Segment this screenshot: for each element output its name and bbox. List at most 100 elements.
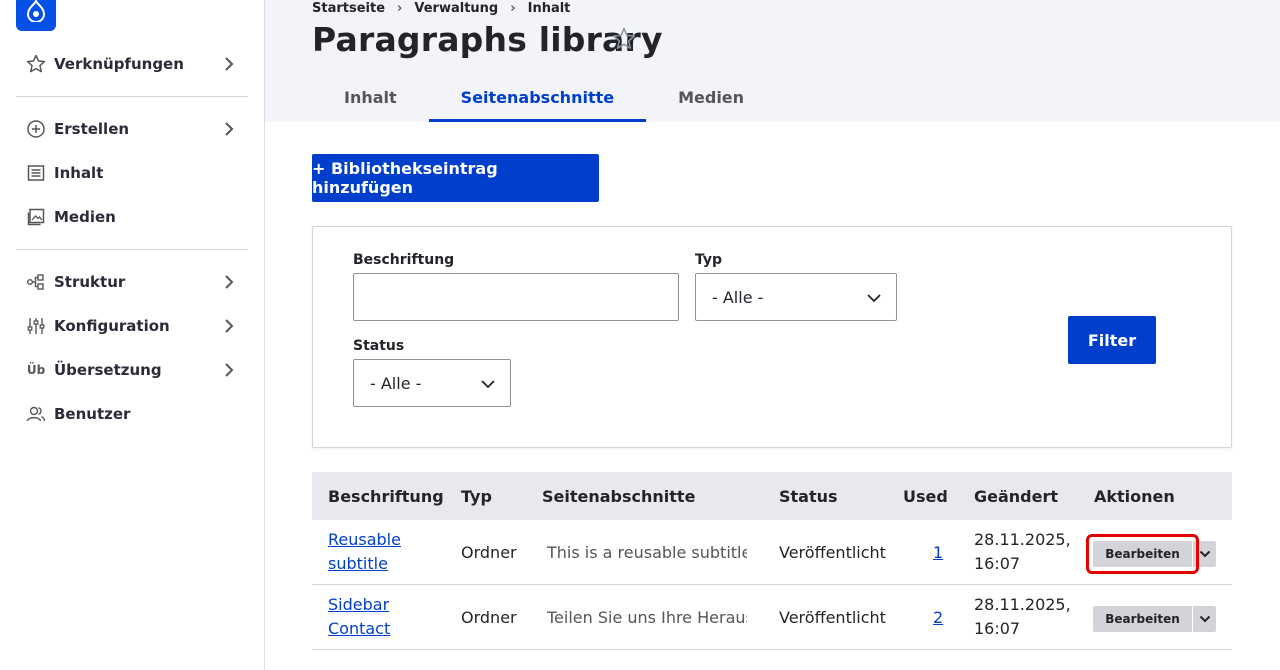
row-paragraphs-preview: This is a reusable subtitle, T [547, 543, 747, 562]
sidebar-item-media[interactable]: Medien [16, 195, 248, 239]
paragraphs-library-table: Beschriftung Typ Seitenabschnitte Status… [312, 472, 1232, 650]
column-header-label[interactable]: Beschriftung [328, 487, 444, 506]
sidebar-item-label: Verknüpfungen [54, 55, 184, 73]
row-changed-date: 28.11.2025, 16:07 [974, 593, 1071, 641]
chevron-down-icon [1199, 550, 1210, 558]
breadcrumb-link-admin[interactable]: Verwaltung [414, 1, 498, 16]
row-date-line: 16:07 [974, 619, 1021, 638]
filter-submit-button[interactable]: Filter [1068, 316, 1156, 364]
drupal-logo[interactable] [16, 0, 56, 31]
sidebar-item-users[interactable]: Benutzer [16, 392, 248, 436]
type-filter-label: Typ [695, 252, 723, 268]
row-date-line: 16:07 [974, 554, 1021, 573]
row-date-line: 28.11.2025, [974, 595, 1071, 614]
status-filter-value: - Alle - [370, 373, 422, 393]
tab-content[interactable]: Inhalt [312, 75, 429, 122]
breadcrumb-separator-icon: › [510, 1, 516, 16]
column-header-paragraphs: Seitenabschnitte [542, 486, 696, 506]
row-paragraphs-text: Teilen Sie uns Ihre Herausf [547, 607, 747, 627]
chevron-down-icon [1199, 615, 1210, 623]
row-title-link[interactable]: Reusable subtitle [328, 528, 401, 576]
label-filter-input[interactable] [353, 273, 679, 321]
media-icon [26, 207, 46, 227]
column-header-used: Used [903, 486, 948, 506]
breadcrumb-link-home[interactable]: Startseite [312, 1, 385, 16]
breadcrumb: Startseite › Verwaltung › Inhalt [312, 1, 570, 16]
sidebar-item-label: Benutzer [54, 405, 131, 423]
row-paragraphs-preview: Teilen Sie uns Ihre Herausf [547, 608, 747, 627]
type-filter-select[interactable]: - Alle - [695, 273, 897, 321]
column-header-changed[interactable]: Geändert [974, 487, 1058, 506]
sidebar-item-content[interactable]: Inhalt [16, 151, 248, 195]
row-title-link[interactable]: Sidebar Contact [328, 593, 390, 641]
row-type: Ordner [461, 542, 517, 562]
row-paragraphs-text: This is a reusable subtitle [547, 542, 747, 562]
status-filter-label: Status [353, 338, 405, 354]
table-header: Beschriftung Typ Seitenabschnitte Status… [312, 472, 1232, 520]
sidebar-item-structure[interactable]: Struktur [16, 260, 248, 304]
row-used-link[interactable]: 1 [933, 543, 943, 562]
row-used-count[interactable]: 2 [933, 608, 943, 627]
sidebar: Verknüpfungen Erstellen Inhalt Medien St… [0, 0, 265, 670]
drupal-drop-icon [27, 0, 45, 22]
sidebar-divider [16, 96, 248, 97]
column-header-actions: Aktionen [1094, 486, 1175, 506]
row-status: Veröffentlicht [779, 542, 886, 562]
table-row: Sidebar Contact Ordner Teilen Sie uns Ih… [312, 585, 1232, 650]
tabs: Inhalt Seitenabschnitte Medien [312, 75, 776, 122]
highlight-marker [1086, 534, 1199, 574]
edit-button[interactable]: Bearbeiten [1093, 606, 1192, 632]
page-header: Startseite › Verwaltung › Inhalt Paragra… [265, 0, 1280, 122]
row-changed-date: 28.11.2025, 16:07 [974, 528, 1071, 576]
row-title-line[interactable]: Contact [328, 617, 390, 641]
status-filter-select[interactable]: - Alle - [353, 359, 511, 407]
row-title-line[interactable]: subtitle [328, 552, 401, 576]
actions-dropdown-toggle[interactable] [1192, 606, 1216, 632]
chevron-down-icon [481, 380, 495, 389]
tab-paragraphs[interactable]: Seitenabschnitte [428, 75, 647, 122]
sidebar-item-label: Erstellen [54, 120, 130, 138]
chevron-right-icon [225, 57, 234, 71]
sidebar-item-label: Inhalt [54, 164, 104, 182]
row-used-link[interactable]: 2 [933, 608, 943, 627]
sidebar-item-label: Medien [54, 208, 116, 226]
breadcrumb-separator-icon: › [397, 1, 403, 16]
breadcrumb-link-content[interactable]: Inhalt [528, 1, 571, 16]
chevron-right-icon [225, 363, 234, 377]
chevron-right-icon [225, 122, 234, 136]
sidebar-item-label: Übersetzung [54, 361, 162, 379]
chevron-right-icon [225, 319, 234, 333]
plus-circle-icon [26, 119, 46, 139]
row-date-line: 28.11.2025, [974, 530, 1071, 549]
sidebar-item-create[interactable]: Erstellen [16, 107, 248, 151]
sidebar-item-shortcuts[interactable]: Verknüpfungen [16, 42, 248, 86]
sidebar-item-configuration[interactable]: Konfiguration [16, 304, 248, 348]
chevron-down-icon [867, 294, 881, 303]
favorite-star-icon[interactable] [611, 26, 637, 52]
row-title-line[interactable]: Sidebar [328, 593, 390, 617]
column-header-type[interactable]: Typ [461, 487, 492, 506]
column-header-status[interactable]: Status [779, 487, 838, 506]
row-used-count[interactable]: 1 [933, 543, 943, 562]
tab-media[interactable]: Medien [646, 75, 776, 122]
translation-icon: Üb [26, 363, 46, 377]
content-list-icon [26, 163, 46, 183]
sliders-icon [26, 316, 46, 336]
sidebar-divider [16, 249, 248, 250]
chevron-right-icon [225, 275, 234, 289]
add-library-item-button[interactable]: + Bibliothekseintrag hinzufügen [312, 154, 599, 202]
row-status: Veröffentlicht [779, 607, 886, 627]
row-title-line[interactable]: Reusable [328, 528, 401, 552]
sidebar-item-translation[interactable]: Üb Übersetzung [16, 348, 248, 392]
structure-icon [26, 272, 46, 292]
users-icon [26, 404, 46, 424]
filter-form: Beschriftung Typ - Alle - Status - Alle … [312, 226, 1232, 448]
row-actions: Bearbeiten [1093, 606, 1216, 632]
table-row: Reusable subtitle Ordner This is a reusa… [312, 520, 1232, 585]
star-icon [26, 54, 46, 74]
label-filter-label: Beschriftung [353, 252, 455, 268]
type-filter-value: - Alle - [712, 287, 764, 307]
sidebar-item-label: Konfiguration [54, 317, 170, 335]
sidebar-item-label: Struktur [54, 273, 126, 291]
row-type: Ordner [461, 607, 517, 627]
